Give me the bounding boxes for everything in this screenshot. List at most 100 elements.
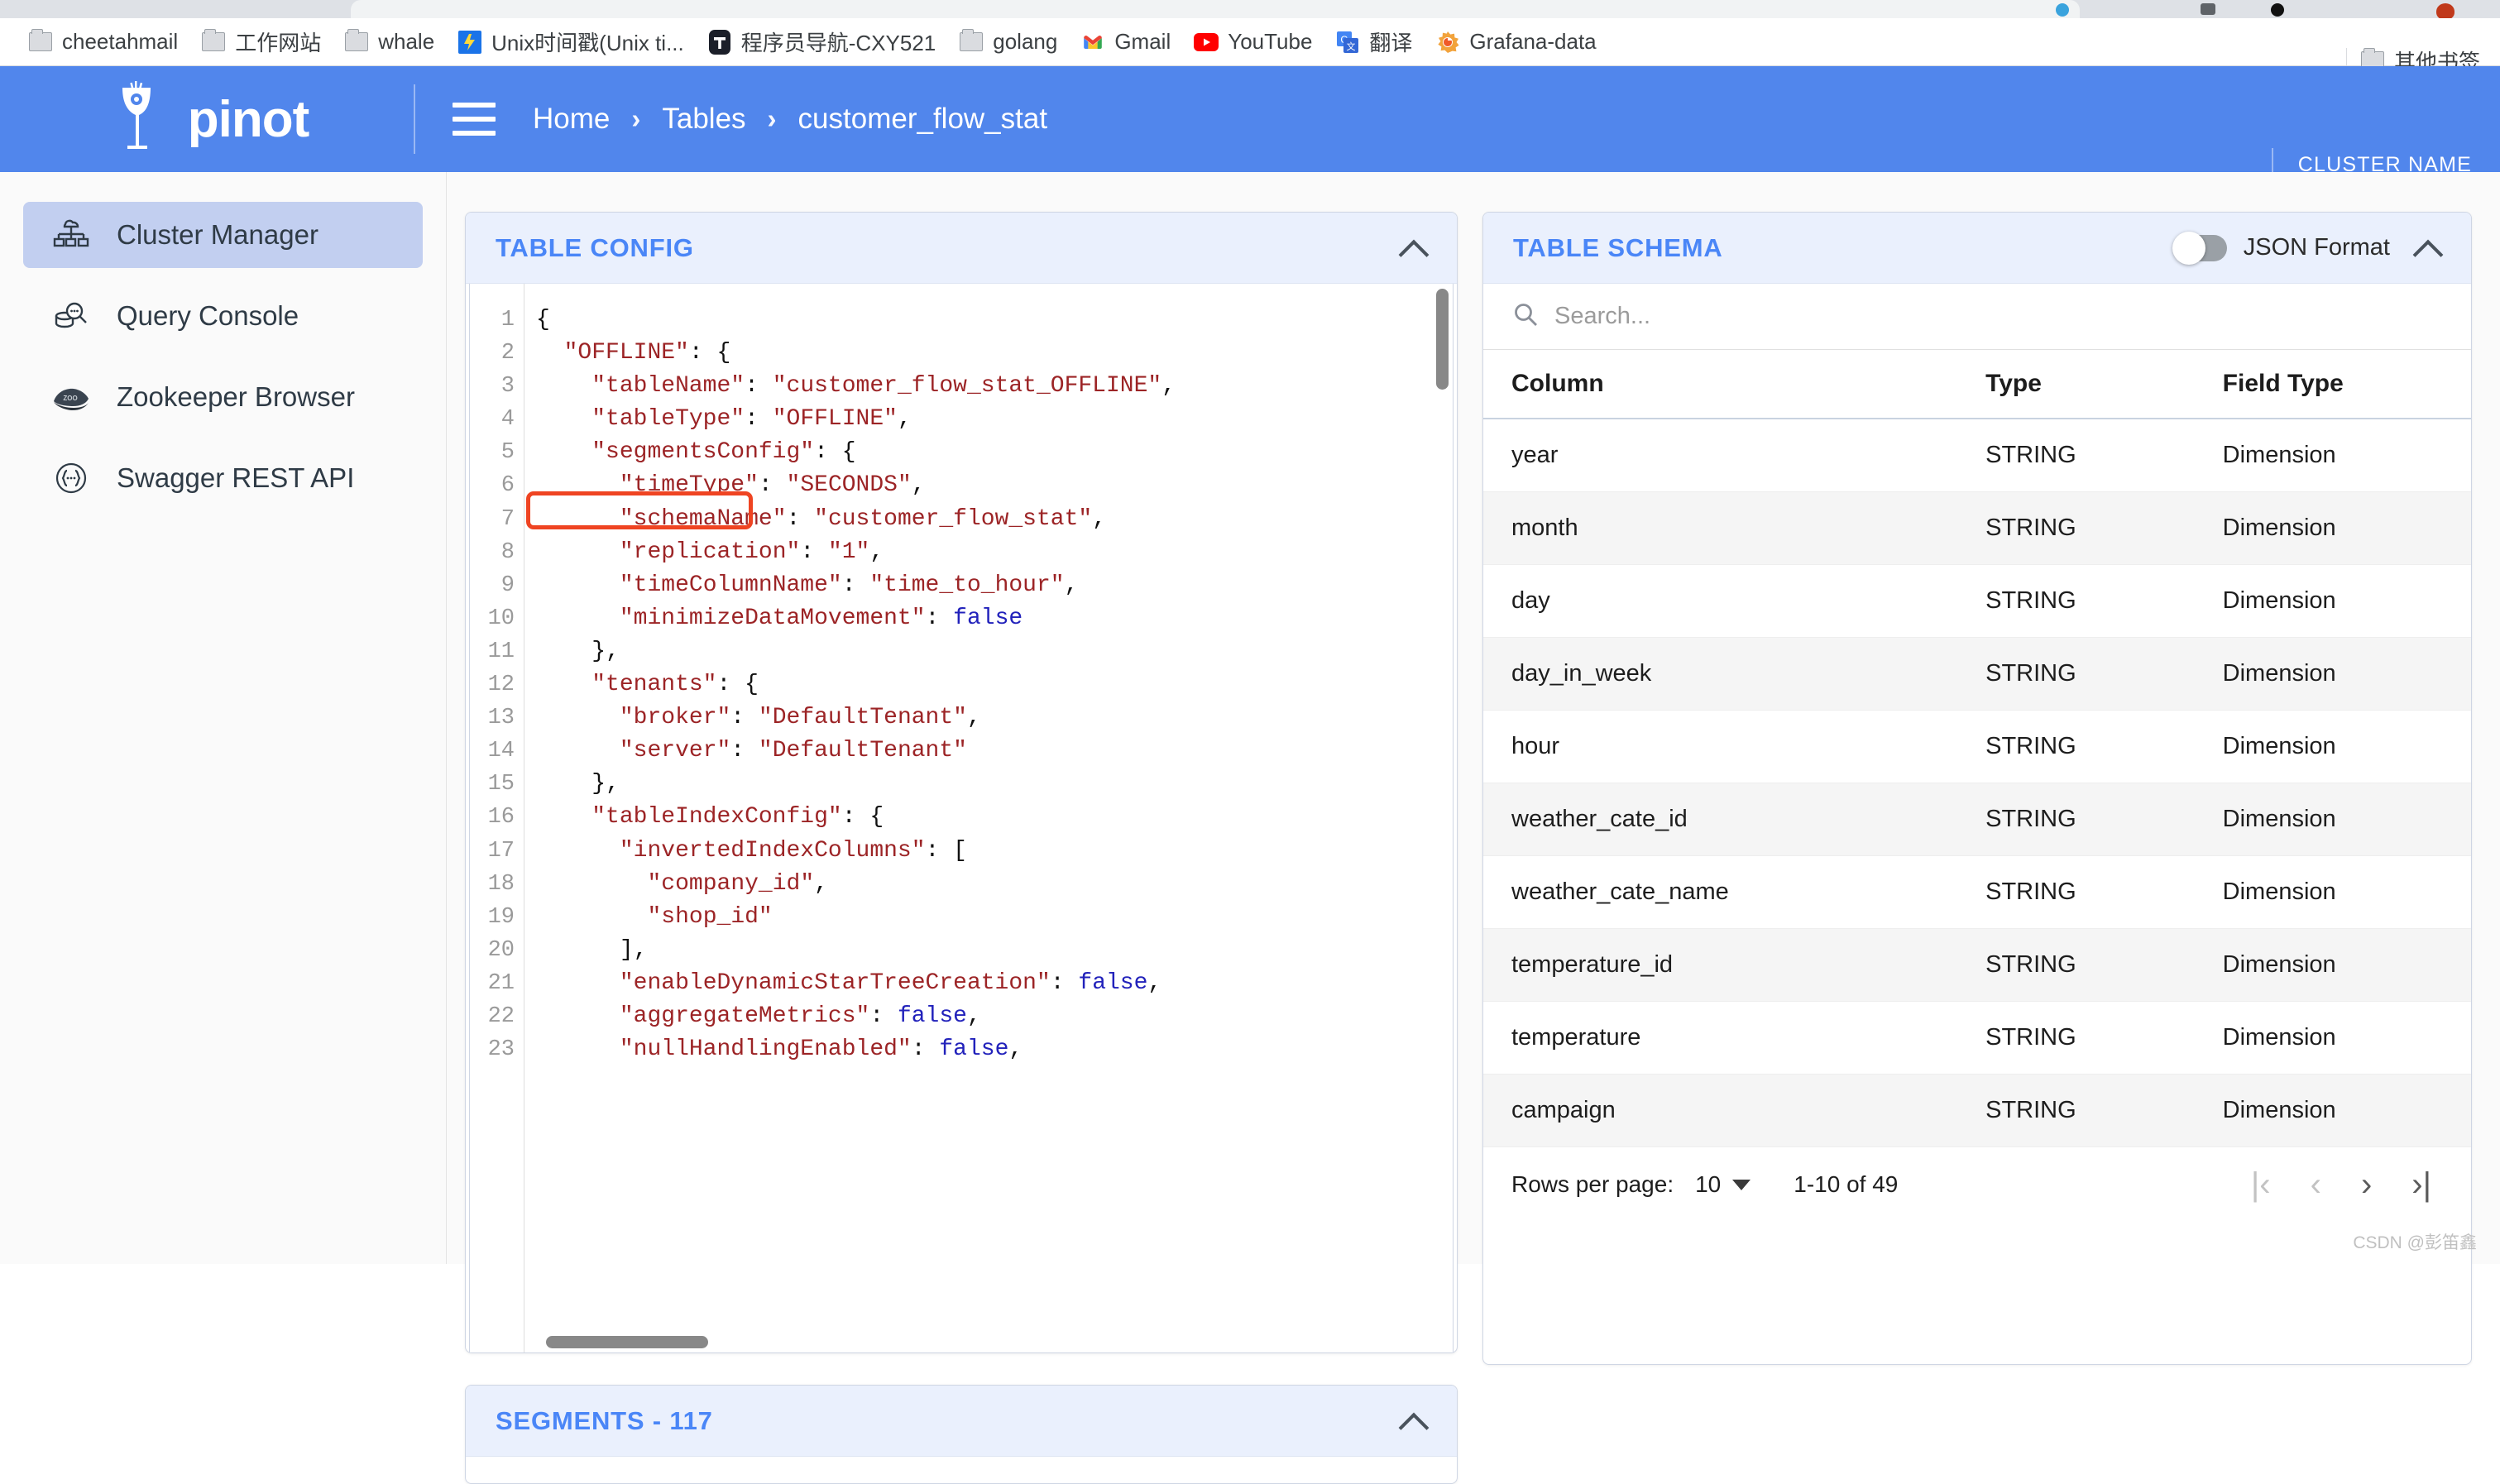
table-row[interactable]: day_in_week STRING Dimension	[1483, 637, 2471, 711]
app-bar: pinot Home › Tables › customer_flow_stat…	[0, 66, 2500, 223]
cell-field-type: Dimension	[2194, 564, 2471, 638]
prev-page-icon[interactable]: ‹	[2311, 1168, 2321, 1201]
table-header-row: Column Type Field Type	[1483, 350, 2471, 419]
bookmark-item[interactable]: 工作网站	[191, 23, 331, 60]
cell-type: STRING	[1957, 1074, 2195, 1147]
table-row[interactable]: weather_cate_name STRING Dimension	[1483, 855, 2471, 929]
column-header-field-type[interactable]: Field Type	[2194, 350, 2471, 419]
pinot-logo[interactable]: pinot	[0, 66, 414, 172]
sidebar-item-swagger-rest-api[interactable]: Swagger REST API	[23, 445, 423, 511]
extension-icon-4[interactable]	[2436, 3, 2455, 20]
cell-type: STRING	[1957, 710, 2195, 783]
chevron-up-icon[interactable]	[1399, 1407, 1427, 1435]
folder-icon	[344, 29, 369, 55]
svg-text:文: 文	[1347, 41, 1356, 52]
extension-icon-2[interactable]	[2201, 3, 2215, 15]
bookmark-item[interactable]: whale	[334, 26, 444, 58]
bookmark-label: YouTube	[1228, 29, 1313, 54]
code-line: "minimizeDataMovement": false	[619, 605, 1023, 631]
code-line: {	[536, 307, 550, 333]
json-format-toggle[interactable]	[2172, 231, 2227, 265]
schema-search-bar[interactable]: Search...	[1483, 284, 2471, 350]
code-content[interactable]: { "OFFLINE": { "tableName": "customer_fl…	[524, 284, 1453, 1352]
code-line: "server": "DefaultTenant"	[619, 738, 967, 764]
sidebar-item-zookeeper-browser[interactable]: ZOO Zookeeper Browser	[23, 364, 423, 430]
table-row[interactable]: weather_cate_id STRING Dimension	[1483, 783, 2471, 856]
bookmark-item[interactable]: Grafana-data	[1425, 26, 1606, 58]
cell-field-type: Dimension	[2194, 1001, 2471, 1075]
code-line: "tableType": "OFFLINE",	[591, 406, 912, 433]
sidebar-item-query-console[interactable]: Query Console	[23, 283, 423, 349]
code-line-number: 6	[500, 473, 515, 499]
code-line-number: 15	[487, 772, 515, 797]
youtube-icon	[1194, 30, 1219, 55]
bookmark-bar: cheetahmail 工作网站 whale Unix时间戳(Unix ti..…	[0, 18, 2500, 74]
pagination-range: 1-10 of 49	[1794, 1171, 1899, 1197]
extension-icon-1[interactable]	[2056, 3, 2069, 17]
table-row[interactable]: temperature_id STRING Dimension	[1483, 928, 2471, 1002]
cell-type: STRING	[1957, 928, 2195, 1002]
sidebar-item-cluster-manager[interactable]: Cluster Manager	[23, 202, 423, 268]
segments-card: SEGMENTS - 117	[465, 1385, 1458, 1484]
code-vertical-scrollbar[interactable]	[1436, 289, 1449, 390]
code-line-number: 7	[500, 506, 515, 532]
code-line-number: 1	[500, 308, 515, 333]
chevron-up-icon[interactable]	[2413, 234, 2441, 262]
bookmark-item[interactable]: Unix时间戳(Unix ti...	[448, 23, 694, 60]
cell-column: hour	[1483, 710, 1958, 783]
code-horizontal-scrollbar[interactable]	[546, 1336, 708, 1348]
browser-tab[interactable]	[351, 0, 2080, 18]
breadcrumb-home[interactable]: Home	[533, 103, 610, 136]
folder-icon	[201, 29, 226, 55]
code-line: "tableName": "customer_flow_stat_OFFLINE…	[591, 373, 1176, 400]
bookmark-item[interactable]: Gmail	[1070, 26, 1181, 58]
query-console-icon	[50, 294, 93, 337]
table-config-code-editor[interactable]: 1 2 3 4 5 6 7 8 9 10 11 12 13 14 15 16 17 18 19 20 21 22 23 { …	[469, 284, 1454, 1352]
column-header-column[interactable]: Column	[1483, 350, 1958, 419]
hamburger-menu-icon[interactable]	[453, 103, 496, 136]
table-row[interactable]: day STRING Dimension	[1483, 564, 2471, 638]
bookmark-item[interactable]: cheetahmail	[18, 26, 188, 58]
search-icon	[1511, 300, 1540, 333]
cell-type: STRING	[1957, 637, 2195, 711]
last-page-icon[interactable]: ›|	[2411, 1168, 2431, 1201]
first-page-icon[interactable]: |‹	[2251, 1168, 2271, 1201]
rows-per-page-select[interactable]: 10	[1695, 1171, 1751, 1198]
table-config-header[interactable]: TABLE CONFIG	[466, 213, 1457, 284]
code-line-number: 11	[487, 639, 515, 664]
cell-field-type: Dimension	[2194, 783, 2471, 856]
appbar-divider	[414, 84, 415, 154]
code-line: "schemaName": "customer_flow_stat",	[619, 505, 1107, 532]
sidebar-item-label: Zookeeper Browser	[117, 381, 355, 412]
extension-icon-3[interactable]	[2271, 3, 2284, 17]
cell-field-type: Dimension	[2194, 928, 2471, 1002]
table-row[interactable]: year STRING Dimension	[1483, 419, 2471, 492]
logo-text: pinot	[187, 90, 309, 148]
code-line: },	[591, 638, 620, 664]
code-line-number: 9	[500, 572, 515, 598]
code-line-number: 12	[487, 673, 515, 698]
next-page-icon[interactable]: ›	[2361, 1168, 2372, 1201]
schema-table: Column Type Field Type year STRING Dimensi…	[1483, 350, 2471, 1147]
table-row[interactable]: month STRING Dimension	[1483, 491, 2471, 565]
chevron-up-icon[interactable]	[1399, 234, 1427, 262]
bookmark-item[interactable]: YouTube	[1184, 26, 1322, 58]
table-row[interactable]: temperature STRING Dimension	[1483, 1001, 2471, 1075]
code-line: "broker": "DefaultTenant",	[619, 705, 981, 731]
bookmark-item[interactable]: golang	[949, 26, 1067, 58]
svg-text:ZOO: ZOO	[63, 395, 77, 402]
bookmark-label: cheetahmail	[62, 29, 179, 54]
breadcrumb-tables[interactable]: Tables	[662, 103, 745, 136]
schema-search-input[interactable]: Search...	[1554, 303, 1650, 330]
bookmark-item[interactable]: G文 翻译	[1325, 23, 1422, 60]
column-header-type[interactable]: Type	[1957, 350, 2195, 419]
cell-column: month	[1483, 491, 1958, 565]
bookmark-item[interactable]: 程序员导航-CXY521	[697, 23, 946, 60]
code-line: "OFFLINE": {	[563, 340, 731, 366]
segments-header[interactable]: SEGMENTS - 117	[466, 1386, 1457, 1457]
table-row[interactable]: hour STRING Dimension	[1483, 710, 2471, 783]
table-schema-title: TABLE SCHEMA	[1513, 232, 1723, 262]
table-row[interactable]: campaign STRING Dimension	[1483, 1074, 2471, 1147]
bookmark-label: Gmail	[1114, 29, 1171, 54]
code-line-number: 3	[500, 374, 515, 400]
